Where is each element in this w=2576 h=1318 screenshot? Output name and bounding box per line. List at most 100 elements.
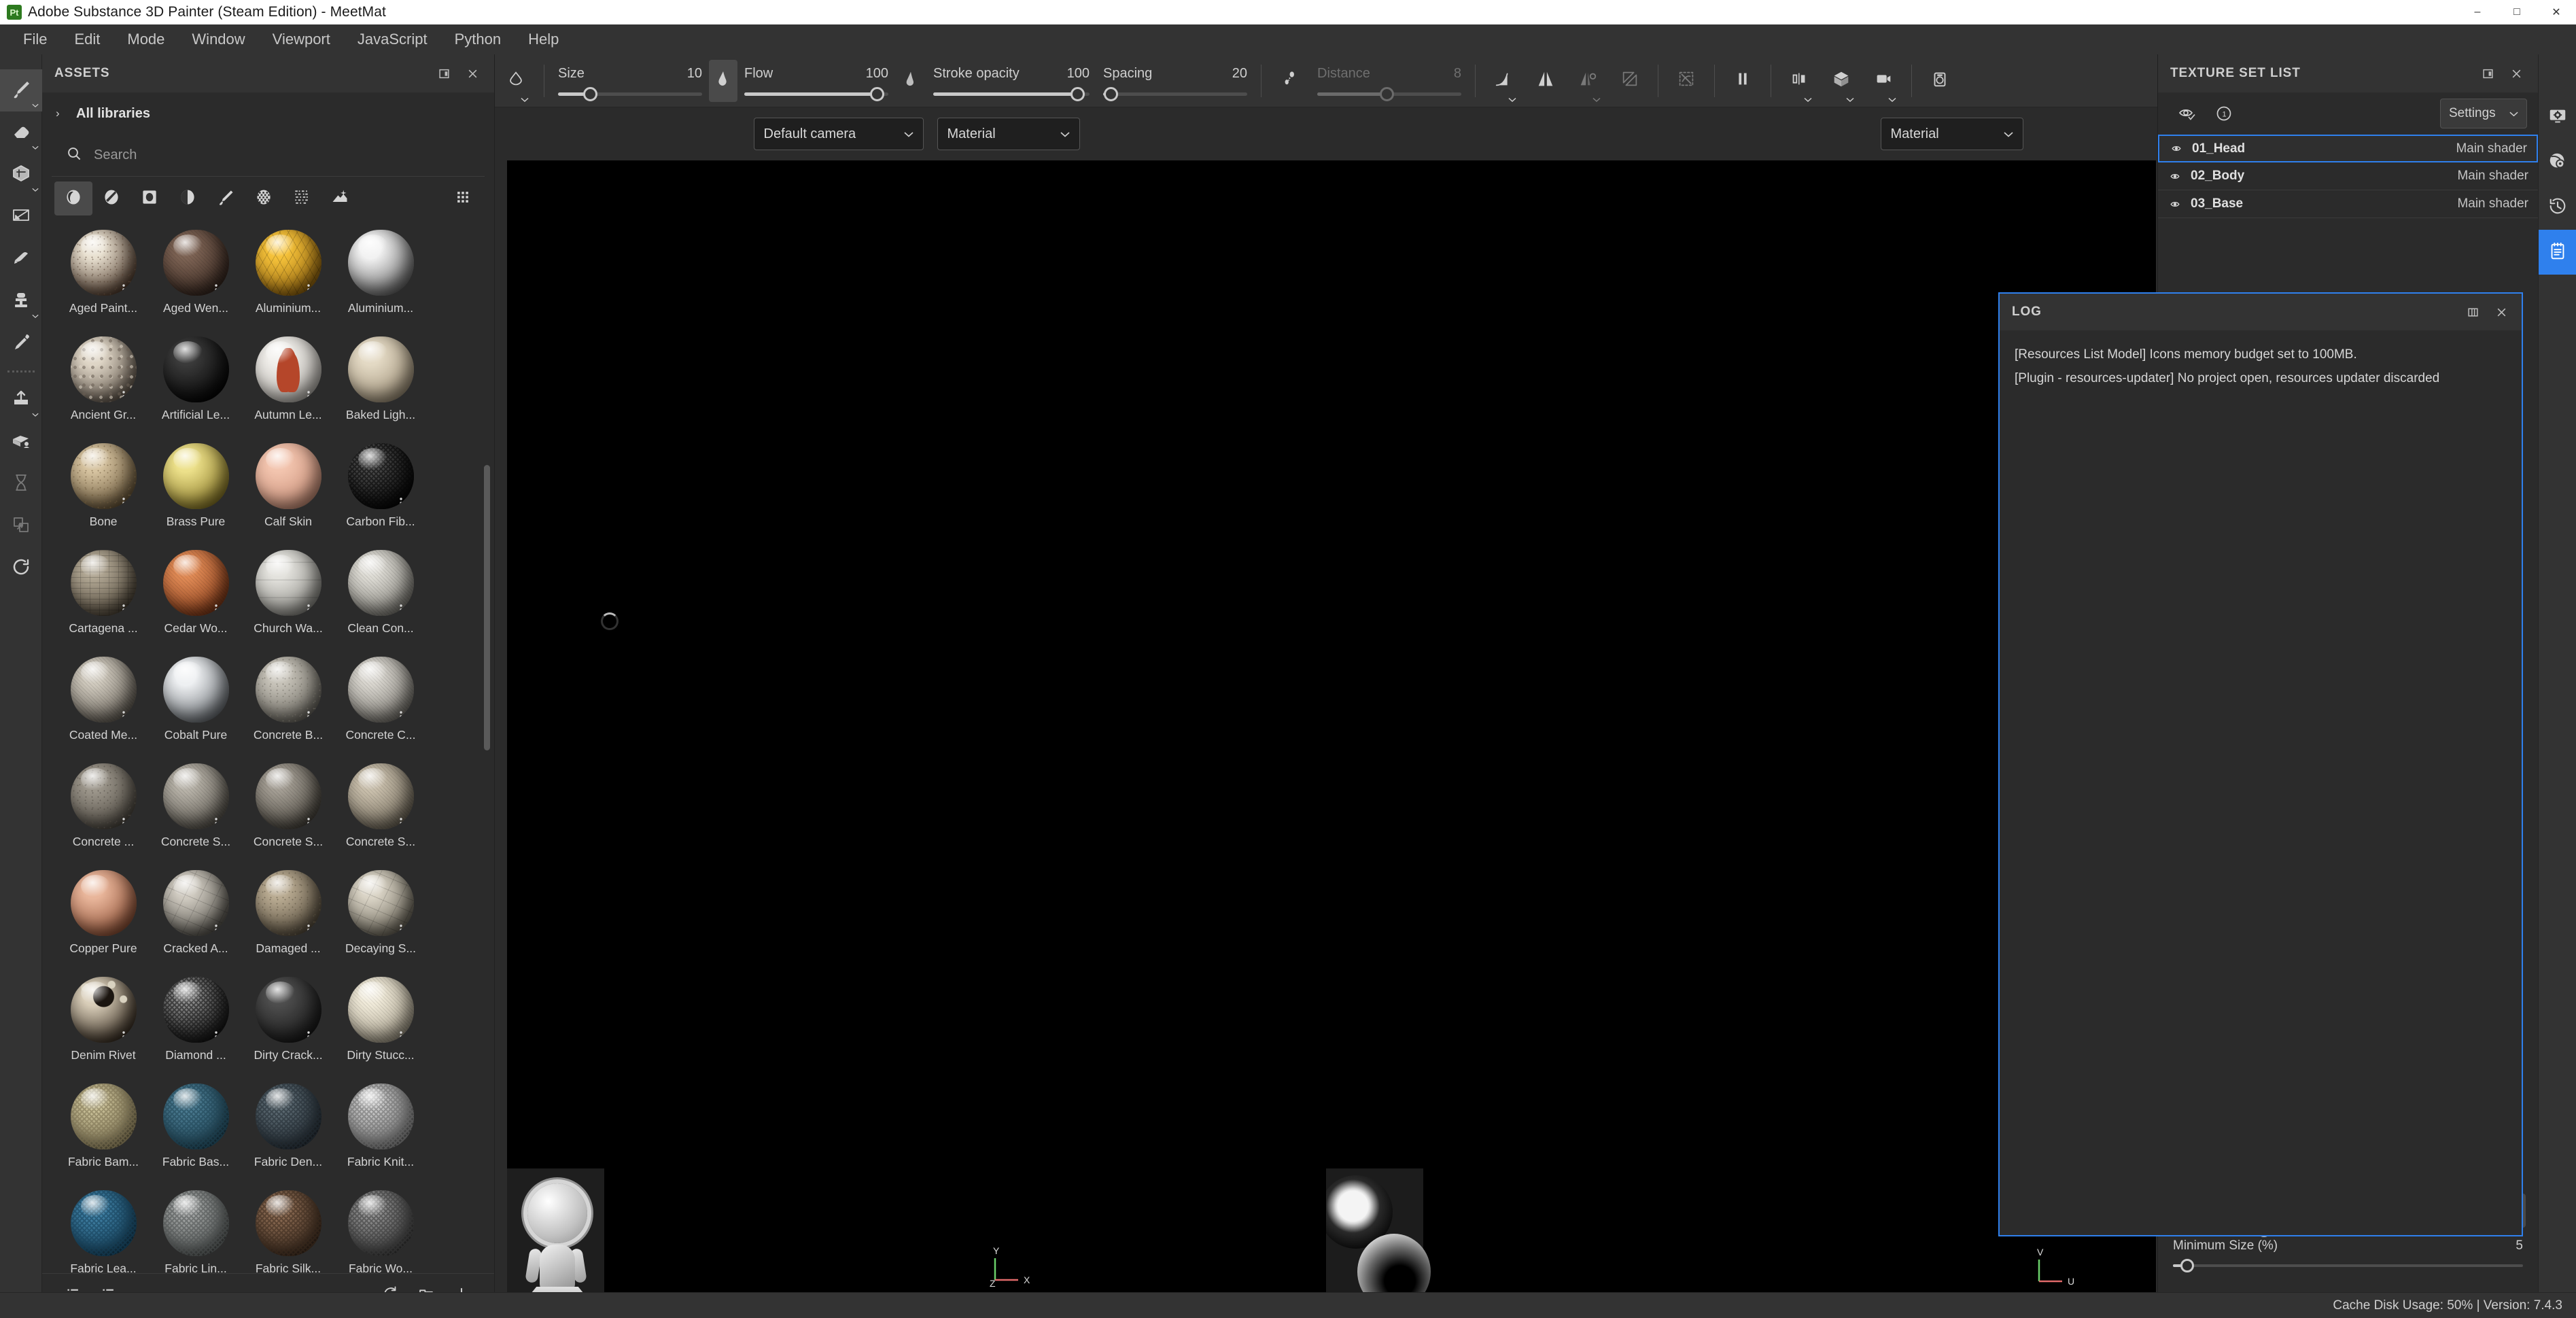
asset-item[interactable]: Cobalt Pure [150, 653, 242, 759]
pause-engine-button[interactable] [1722, 54, 1764, 107]
texture-set-settings-button[interactable]: Settings [2440, 99, 2527, 128]
menu-item-help[interactable]: Help [515, 24, 572, 54]
asset-item[interactable]: Cracked A... [150, 866, 242, 973]
slider-stroke-opacity[interactable]: Stroke opacity 100 [926, 66, 1096, 101]
export-tool[interactable] [0, 379, 42, 421]
asset-item[interactable]: Clean Con... [334, 546, 427, 653]
slider-knob[interactable] [582, 86, 597, 101]
asset-item[interactable]: Fabric Bas... [150, 1079, 242, 1186]
slider-flow[interactable]: Flow 100 [737, 66, 895, 101]
split-view-button[interactable] [1778, 54, 1820, 107]
filter-materials[interactable] [54, 181, 92, 215]
asset-item[interactable]: Aluminium... [242, 226, 334, 332]
size-pressure-button[interactable] [709, 59, 737, 102]
asset-item[interactable]: Fabric Lin... [150, 1186, 242, 1273]
slider-spacing[interactable]: Spacing 20 [1096, 66, 1254, 101]
camera-select[interactable]: Default camera [753, 118, 924, 150]
smudge-tool[interactable] [0, 238, 42, 280]
texture-set-row[interactable]: 02_Body Main shader [2158, 162, 2538, 190]
asset-item[interactable]: Aluminium... [334, 226, 427, 332]
filter-environments[interactable] [321, 181, 359, 215]
geometry-decal-tool[interactable] [0, 421, 42, 463]
menu-item-file[interactable]: File [10, 24, 60, 54]
reproject-tool[interactable] [0, 505, 42, 547]
assets-scrollbar[interactable] [484, 465, 490, 750]
eraser-tool[interactable] [0, 111, 42, 154]
channel-select[interactable]: Material [1880, 118, 2023, 150]
asset-item[interactable]: Concrete S... [334, 759, 427, 866]
asset-item[interactable]: Cedar Wo... [150, 546, 242, 653]
asset-item[interactable]: Diamond ... [150, 973, 242, 1079]
asset-item[interactable]: Ancient Gr... [57, 332, 150, 439]
texture-set-row[interactable]: 03_Base Main shader [2158, 190, 2538, 218]
filter-smart-masks[interactable] [169, 181, 207, 215]
symmetry-settings-button[interactable] [1567, 54, 1609, 107]
asset-item[interactable]: Fabric Knit... [334, 1079, 427, 1186]
slider-knob[interactable] [870, 86, 885, 101]
shader-select[interactable]: Material [937, 118, 1080, 150]
slider-knob[interactable] [1379, 86, 1394, 101]
slider-track[interactable] [933, 86, 1090, 101]
asset-item[interactable]: Concrete S... [242, 759, 334, 866]
slider-knob[interactable] [1070, 86, 1085, 101]
filter-alphas[interactable] [245, 181, 283, 215]
asset-item[interactable]: Calf Skin [242, 439, 334, 546]
texture-set-row[interactable]: 01_Head Main shader [2158, 135, 2538, 162]
filter-grid-view[interactable] [444, 181, 482, 215]
asset-item[interactable]: Coated Me... [57, 653, 150, 759]
brush-falloff-button[interactable] [1482, 54, 1525, 107]
paint-brush-tool[interactable] [0, 69, 42, 111]
close-button[interactable]: ✕ [2537, 0, 2576, 24]
slider-size[interactable]: Size 10 [551, 66, 709, 101]
clone-stamp-tool[interactable] [0, 280, 42, 322]
viewport-3d[interactable]: Y X Z Default camera Material [507, 107, 1326, 1318]
eye-check-icon[interactable] [2169, 99, 2206, 128]
asset-item[interactable]: Cartagena ... [57, 546, 150, 653]
asset-item[interactable]: Church Wa... [242, 546, 334, 653]
menu-item-mode[interactable]: Mode [114, 24, 178, 54]
two-d-view-button[interactable] [1862, 54, 1904, 107]
property-slider-minimum-size-[interactable]: Minimum Size (%) 5 [2173, 1238, 2523, 1272]
close-icon[interactable] [2488, 298, 2515, 326]
slider-track[interactable] [744, 86, 888, 101]
property-track[interactable] [2173, 1259, 2523, 1272]
property-knob[interactable] [2180, 1259, 2194, 1272]
minimize-button[interactable]: – [2458, 0, 2497, 24]
display-settings-button[interactable] [2539, 95, 2576, 140]
filter-smart-materials[interactable] [92, 181, 130, 215]
slider-knob[interactable] [1103, 86, 1118, 101]
log-panel-button[interactable] [2539, 230, 2576, 275]
circle-one-icon[interactable]: 1 [2206, 99, 2242, 128]
asset-item[interactable]: Brass Pure [150, 439, 242, 546]
eye-icon[interactable] [2169, 143, 2189, 154]
asset-item[interactable]: Dirty Stucc... [334, 973, 427, 1079]
menu-item-javascript[interactable]: JavaScript [344, 24, 441, 54]
menu-item-viewport[interactable]: Viewport [259, 24, 344, 54]
asset-item[interactable]: Fabric Bam... [57, 1079, 150, 1186]
menu-item-edit[interactable]: Edit [60, 24, 114, 54]
slider-distance[interactable]: Distance 8 [1310, 66, 1468, 101]
maximize-button[interactable]: □ [2497, 0, 2537, 24]
asset-item[interactable]: Carbon Fib... [334, 439, 427, 546]
spacing-pattern-button[interactable] [1268, 54, 1310, 107]
asset-item[interactable]: Aged Wen... [150, 226, 242, 332]
menu-item-python[interactable]: Python [441, 24, 515, 54]
asset-item[interactable]: Concrete B... [242, 653, 334, 759]
asset-item[interactable]: Artificial Le... [150, 332, 242, 439]
asset-item[interactable]: Fabric Silk... [242, 1186, 334, 1273]
transform-button[interactable] [1609, 54, 1651, 107]
split-dock-icon[interactable] [2459, 298, 2486, 326]
search-input[interactable] [94, 148, 470, 163]
filter-masks[interactable] [130, 181, 169, 215]
bake-tool[interactable] [0, 463, 42, 505]
asset-item[interactable]: Baked Ligh... [334, 332, 427, 439]
asset-item[interactable]: Concrete ... [57, 759, 150, 866]
filter-textures[interactable] [283, 181, 321, 215]
asset-item[interactable]: Fabric Den... [242, 1079, 334, 1186]
three-d-view-button[interactable] [1820, 54, 1862, 107]
shader-settings-button[interactable] [2539, 140, 2576, 185]
asset-item[interactable]: Concrete C... [334, 653, 427, 759]
dock-icon[interactable] [2474, 60, 2501, 87]
asset-item[interactable]: Dirty Crack... [242, 973, 334, 1079]
asset-item[interactable]: Damaged ... [242, 866, 334, 973]
